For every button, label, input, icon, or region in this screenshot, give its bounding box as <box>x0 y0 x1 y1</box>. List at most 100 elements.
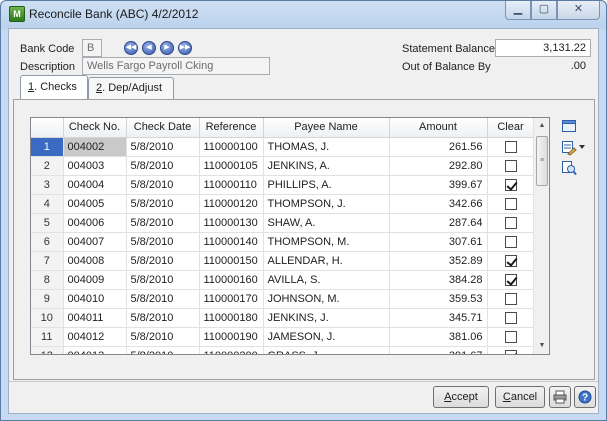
check-no-cell: 004009 <box>63 270 127 290</box>
table-row[interactable]: 7 004008 5/8/2010 110000150 ALLENDAR, H. 352.… <box>31 251 535 271</box>
next-record-icon[interactable]: ▶ <box>160 41 174 55</box>
table-row[interactable]: 2 004003 5/8/2010 110000105 JENKINS, A. 292.8… <box>31 156 535 176</box>
table-row[interactable]: 11 004012 5/8/2010 110000190 JAMESON, J. 381.… <box>31 327 535 347</box>
row-number[interactable]: 1 <box>31 137 64 157</box>
clear-cell <box>487 327 535 347</box>
reference-cell: 110000130 <box>199 213 264 233</box>
clear-cell <box>487 175 535 195</box>
column-header-payee-name[interactable]: Payee Name <box>263 118 390 138</box>
row-number[interactable]: 12 <box>31 346 64 354</box>
clear-checkbox[interactable] <box>504 159 517 172</box>
payee-name-cell: THOMPSON, M. <box>263 232 390 252</box>
help-button[interactable]: ? <box>574 386 596 408</box>
scroll-down-icon[interactable]: ▼ <box>534 338 549 354</box>
column-options-dropdown-icon[interactable] <box>579 145 585 150</box>
clear-checkbox[interactable] <box>504 273 517 286</box>
checks-grid[interactable]: Check No. Check Date Reference Payee Nam… <box>30 117 550 355</box>
check-date-cell: 5/8/2010 <box>126 194 200 214</box>
reference-cell: 110000170 <box>199 289 264 309</box>
clear-checkbox[interactable] <box>504 330 517 343</box>
column-options-icon[interactable] <box>561 140 577 156</box>
out-of-balance-label: Out of Balance By <box>402 61 491 73</box>
previous-record-icon[interactable]: ◀ <box>142 41 156 55</box>
grid-vertical-scrollbar[interactable]: ▲ ≡ ▼ <box>533 118 549 354</box>
clear-checkbox[interactable] <box>504 216 517 229</box>
column-header-reference[interactable]: Reference <box>199 118 264 138</box>
amount-cell: 261.56 <box>389 137 488 157</box>
row-number[interactable]: 7 <box>31 251 64 271</box>
payee-name-cell: THOMAS, J. <box>263 137 390 157</box>
amount-cell: 384.28 <box>389 270 488 290</box>
tab-dep-adjust[interactable]: 2. Dep/Adjust <box>88 77 174 99</box>
description-field[interactable]: Wells Fargo Payroll Cking <box>82 57 270 75</box>
row-number[interactable]: 9 <box>31 289 64 309</box>
table-row[interactable]: 8 004009 5/8/2010 110000160 AVILLA, S. 384.28 <box>31 270 535 290</box>
close-button[interactable]: ✕ <box>557 1 600 20</box>
minimize-button[interactable]: ▁ <box>505 1 531 20</box>
clear-cell <box>487 270 535 290</box>
clear-checkbox[interactable] <box>504 349 517 354</box>
check-no-cell: 004008 <box>63 251 127 271</box>
amount-cell: 359.53 <box>389 289 488 309</box>
row-number[interactable]: 5 <box>31 213 64 233</box>
checks-table: Check No. Check Date Reference Payee Nam… <box>31 118 535 354</box>
amount-cell: 345.71 <box>389 308 488 328</box>
clear-checkbox[interactable] <box>504 254 517 267</box>
cancel-button[interactable]: Cancel <box>495 386 545 408</box>
table-row[interactable]: 3 004004 5/8/2010 110000110 PHILLIPS, A. 399.… <box>31 175 535 195</box>
payee-name-cell: PHILLIPS, A. <box>263 175 390 195</box>
clear-checkbox[interactable] <box>504 140 517 153</box>
find-icon[interactable] <box>561 160 577 176</box>
tab-checks[interactable]: 1. Checks <box>20 75 88 99</box>
reference-cell: 110000110 <box>199 175 264 195</box>
column-header-check-no[interactable]: Check No. <box>63 118 127 138</box>
print-icon <box>553 390 567 404</box>
maximize-button[interactable]: ▢ <box>531 1 557 20</box>
clear-cell <box>487 156 535 176</box>
svg-text:?: ? <box>582 393 588 404</box>
grid-view-icon[interactable] <box>561 118 577 134</box>
column-header-amount[interactable]: Amount <box>389 118 488 138</box>
clear-checkbox[interactable] <box>504 197 517 210</box>
reference-cell: 110000160 <box>199 270 264 290</box>
scroll-up-icon[interactable]: ▲ <box>534 118 549 134</box>
last-record-icon[interactable]: ▶▶ <box>178 41 192 55</box>
row-number[interactable]: 2 <box>31 156 64 176</box>
table-row[interactable]: 6 004007 5/8/2010 110000140 THOMPSON, M. 307.… <box>31 232 535 252</box>
column-header-clear[interactable]: Clear <box>487 118 535 138</box>
bank-code-field[interactable]: B <box>82 39 102 57</box>
clear-checkbox[interactable] <box>504 311 517 324</box>
clear-cell <box>487 346 535 354</box>
print-button[interactable] <box>549 386 571 408</box>
table-row[interactable]: 1 004002 5/8/2010 110000100 THOMAS, J. 261.56 <box>31 137 535 157</box>
clear-checkbox[interactable] <box>504 292 517 305</box>
accept-button[interactable]: Accept <box>433 386 489 408</box>
check-date-cell: 5/8/2010 <box>126 251 200 271</box>
tab-dep-adjust-label: . Dep/Adjust <box>102 82 163 94</box>
reconcile-bank-window: M Reconcile Bank (ABC) 4/2/2012 ▁ ▢ ✕ Ba… <box>0 0 607 421</box>
title-bar[interactable]: M Reconcile Bank (ABC) 4/2/2012 ▁ ▢ ✕ <box>1 1 606 27</box>
clear-checkbox[interactable] <box>504 235 517 248</box>
row-number[interactable]: 4 <box>31 194 64 214</box>
scroll-thumb[interactable]: ≡ <box>536 136 548 186</box>
first-record-icon[interactable]: ◀◀ <box>124 41 138 55</box>
table-row[interactable]: 10 004011 5/8/2010 110000180 JENKINS, J. 345.… <box>31 308 535 328</box>
table-row[interactable]: 5 004006 5/8/2010 110000130 SHAW, A. 287.64 <box>31 213 535 233</box>
dialog-client-area: Bank Code B ◀◀ ◀ ▶ ▶▶ Description Wells … <box>8 28 599 414</box>
footer-separator <box>9 381 598 382</box>
row-number[interactable]: 10 <box>31 308 64 328</box>
payee-name-cell: JOHNSON, M. <box>263 289 390 309</box>
statement-balance-label: Statement Balance <box>402 43 495 55</box>
statement-balance-field[interactable]: 3,131.22 <box>495 39 591 57</box>
column-header-check-date[interactable]: Check Date <box>126 118 200 138</box>
table-row[interactable]: 9 004010 5/8/2010 110000170 JOHNSON, M. 359.5… <box>31 289 535 309</box>
check-date-cell: 5/8/2010 <box>126 232 200 252</box>
row-number[interactable]: 6 <box>31 232 64 252</box>
row-number[interactable]: 11 <box>31 327 64 347</box>
table-row[interactable]: 4 004005 5/8/2010 110000120 THOMPSON, J. 342.… <box>31 194 535 214</box>
clear-checkbox[interactable] <box>504 178 517 191</box>
row-number[interactable]: 8 <box>31 270 64 290</box>
check-date-cell: 5/8/2010 <box>126 327 200 347</box>
row-number[interactable]: 3 <box>31 175 64 195</box>
table-row[interactable]: 120040135/8/2010110000200GRASS, J.391.67 <box>31 346 535 354</box>
